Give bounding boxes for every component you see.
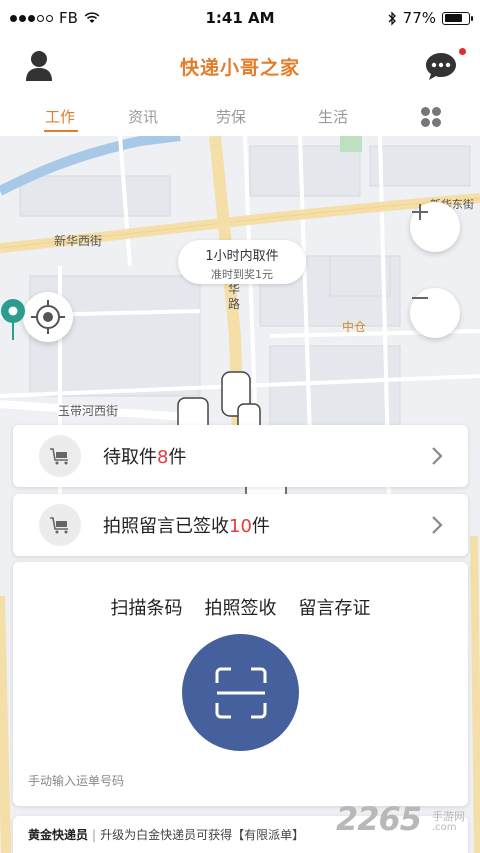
signal-icon xyxy=(10,14,53,22)
battery-icon xyxy=(442,11,473,25)
message-icon[interactable] xyxy=(424,50,458,82)
scan-icon xyxy=(215,667,266,718)
pickup-callout[interactable]: 1小时内取件 准时到奖1元 xyxy=(178,240,306,284)
notification-dot xyxy=(459,48,466,55)
tab-bar: 工作 资讯 劳保 生活 xyxy=(0,96,480,136)
pending-pickup-text: 待取件8件 xyxy=(103,447,187,468)
chevron-right-icon xyxy=(432,516,443,534)
district-label: 中仓 xyxy=(342,320,367,334)
app-header: 快递小哥之家 xyxy=(0,36,480,96)
photo-signed-row[interactable]: 拍照留言已签收10件 xyxy=(13,494,468,556)
minus-icon xyxy=(412,297,428,299)
message-evidence-action[interactable]: 留言存证 xyxy=(299,594,371,620)
cart-icon-circle xyxy=(39,435,81,477)
manual-input-link[interactable]: 手动输入运单号码 xyxy=(28,772,124,789)
locate-button[interactable] xyxy=(23,292,73,342)
cart-icon xyxy=(50,517,68,534)
chevron-right-icon xyxy=(432,447,443,465)
photo-signed-text: 拍照留言已签收10件 xyxy=(103,516,270,537)
battery-percent: 77% xyxy=(402,9,436,27)
road-label-vertical: 华路 xyxy=(228,282,241,311)
callout-subtitle: 准时到奖1元 xyxy=(211,268,273,281)
bluetooth-icon xyxy=(388,10,396,26)
cart-icon-circle xyxy=(39,504,81,546)
upgrade-message: 升级为白金快递员可获得【有限派单】 xyxy=(100,828,305,842)
battery-fill xyxy=(444,14,463,22)
street-label: 玉带河西街 xyxy=(58,404,119,418)
member-level: 黄金快递员 xyxy=(28,828,89,842)
watermark-logo: 2265 xyxy=(336,800,422,838)
watermark-url: .com xyxy=(432,822,457,833)
scan-barcode-action[interactable]: 扫描条码 xyxy=(111,594,183,620)
scan-action-card: 扫描条码 拍照签收 留言存证 手动输入运单号码 xyxy=(13,562,468,806)
callout-title: 1小时内取件 xyxy=(205,249,279,264)
crosshair-icon xyxy=(31,300,65,334)
user-profile-icon[interactable] xyxy=(24,49,54,83)
carrier-label: FB xyxy=(59,9,78,27)
location-pin-icon[interactable] xyxy=(0,298,26,342)
status-left: FB xyxy=(10,9,100,27)
tab-labor[interactable]: 劳保 xyxy=(216,106,246,127)
page-title: 快递小哥之家 xyxy=(179,56,300,79)
action-list: 扫描条码 拍照签收 留言存证 xyxy=(13,594,468,620)
photo-sign-action[interactable]: 拍照签收 xyxy=(205,594,277,620)
status-right: 77% xyxy=(387,9,473,27)
status-bar: FB 1:41 AM 77% xyxy=(0,0,480,36)
zoom-out-button[interactable] xyxy=(410,288,460,338)
tab-active-indicator xyxy=(44,130,78,132)
wifi-icon xyxy=(84,12,100,23)
separator: | xyxy=(92,827,97,842)
pending-pickup-row[interactable]: 待取件8件 xyxy=(13,425,468,487)
more-tabs-grid-icon[interactable] xyxy=(421,107,441,127)
tab-life[interactable]: 生活 xyxy=(318,106,348,127)
street-label: 新华西街 xyxy=(54,234,103,248)
tab-news[interactable]: 资讯 xyxy=(128,106,158,127)
zoom-in-button[interactable] xyxy=(410,202,460,252)
pending-pickup-count: 8 xyxy=(157,447,169,468)
photo-signed-count: 10 xyxy=(229,516,252,537)
tab-work[interactable]: 工作 xyxy=(45,106,75,127)
cart-icon xyxy=(50,448,68,465)
plus-icon xyxy=(412,204,428,220)
scan-button[interactable] xyxy=(182,634,299,751)
